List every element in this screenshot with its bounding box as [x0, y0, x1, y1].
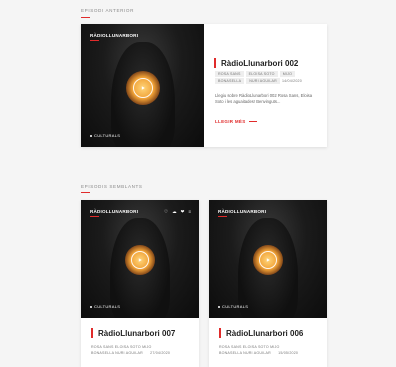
previous-episode-heading: EPISODI ANTERIOR	[81, 8, 134, 13]
tag[interactable]: ROSA SANS	[215, 71, 244, 77]
tags-line: BONASELLA NURI AGUILAR	[91, 351, 143, 355]
featured-tags: ROSA SANS ELOISA SOTO MIJO BONASELLA NURI A…	[215, 71, 321, 85]
play-icon	[141, 86, 145, 90]
tag[interactable]: NURI AGUILAR	[246, 78, 280, 84]
featured-cover-image[interactable]: RÀDIOLLUNARBORI CULTURALS	[81, 24, 204, 147]
heading-underline	[81, 17, 90, 18]
play-button[interactable]	[259, 251, 277, 269]
card-title-link[interactable]: RàdioLlunarbori 007	[98, 329, 175, 338]
heart-outline-icon[interactable]: ♡	[164, 209, 168, 215]
heading-underline	[81, 192, 90, 193]
date: 15/05/2020	[278, 351, 299, 355]
bullet-icon	[90, 305, 92, 308]
brand-label: RÀDIOLLUNARBORI	[90, 209, 139, 214]
category-label: CULTURALS	[90, 133, 120, 138]
tags-line: BONASELLA NURI AGUILAR	[219, 351, 271, 355]
play-button[interactable]	[131, 251, 149, 269]
title-accent	[91, 328, 93, 338]
card-title-row: RàdioLlunarbori 007	[91, 328, 175, 338]
tags-line: ROSA SANS ELOISA SOTO MIJO	[219, 345, 280, 349]
read-more-link[interactable]: LLEGIR MÉS	[215, 119, 257, 124]
brand-underline	[218, 216, 227, 217]
card-title-link[interactable]: RàdioLlunarbori 006	[226, 329, 303, 338]
card-tags: ROSA SANS ELOISA SOTO MIJO BONASELLA NUR…	[91, 345, 191, 355]
media-action-icons: ♡ ☁ ❤ ≡	[164, 209, 191, 215]
category-label: CULTURALS	[90, 304, 120, 309]
category-label: CULTURALS	[218, 304, 248, 309]
title-accent	[219, 328, 221, 338]
play-button[interactable]	[132, 78, 153, 98]
menu-icon[interactable]: ≡	[188, 209, 191, 215]
arrow-icon	[248, 121, 257, 122]
featured-title-row: RàdioLlunarbori 002	[214, 58, 298, 68]
tags-line: ROSA SANS ELOISA SOTO MIJO	[91, 345, 152, 349]
similar-episodes-heading: EPISODIS SEMBLANTS	[81, 184, 143, 189]
tag[interactable]: MIJO	[279, 71, 296, 77]
brand-label: RÀDIOLLUNARBORI	[90, 33, 139, 38]
category-text: CULTURALS	[94, 133, 121, 138]
comment-icon[interactable]: ☁	[172, 209, 177, 215]
cover-image[interactable]: RÀDIOLLUNARBORI CULTURALS	[209, 200, 327, 318]
similar-episode-card[interactable]: RÀDIOLLUNARBORI ♡ ☁ ❤ ≡ CULTURALS RàdioL…	[81, 200, 199, 367]
date: 14/04/2020	[281, 79, 302, 83]
cover-image[interactable]: RÀDIOLLUNARBORI ♡ ☁ ❤ ≡ CULTURALS	[81, 200, 199, 318]
play-icon	[138, 258, 142, 262]
card-tags: ROSA SANS ELOISA SOTO MIJO BONASELLA NUR…	[219, 345, 319, 355]
category-text: CULTURALS	[94, 304, 121, 309]
brand-underline	[90, 216, 99, 217]
brand-label: RÀDIOLLUNARBORI	[218, 209, 267, 214]
date: 27/04/2020	[150, 351, 171, 355]
title-accent	[214, 58, 216, 68]
category-text: CULTURALS	[222, 304, 249, 309]
tag[interactable]: ELOISA SOTO	[245, 71, 278, 77]
card-title-row: RàdioLlunarbori 006	[219, 328, 303, 338]
featured-title-link[interactable]: RàdioLlunarbori 002	[221, 59, 298, 68]
bullet-icon	[218, 305, 220, 308]
heart-icon[interactable]: ❤	[181, 209, 185, 215]
tag[interactable]: BONASELLA	[215, 78, 245, 84]
read-more-text: LLEGIR MÉS	[215, 119, 246, 124]
brand-underline	[90, 40, 99, 41]
bullet-icon	[90, 134, 92, 137]
featured-episode-card[interactable]: RÀDIOLLUNARBORI CULTURALS RàdioLlunarbor…	[81, 24, 327, 147]
featured-description: Llegiu sobre RàdioLlunarbori 002 Rosa Sa…	[215, 93, 313, 104]
similar-episode-card[interactable]: RÀDIOLLUNARBORI CULTURALS RàdioLlunarbor…	[209, 200, 327, 367]
play-icon	[266, 258, 270, 262]
